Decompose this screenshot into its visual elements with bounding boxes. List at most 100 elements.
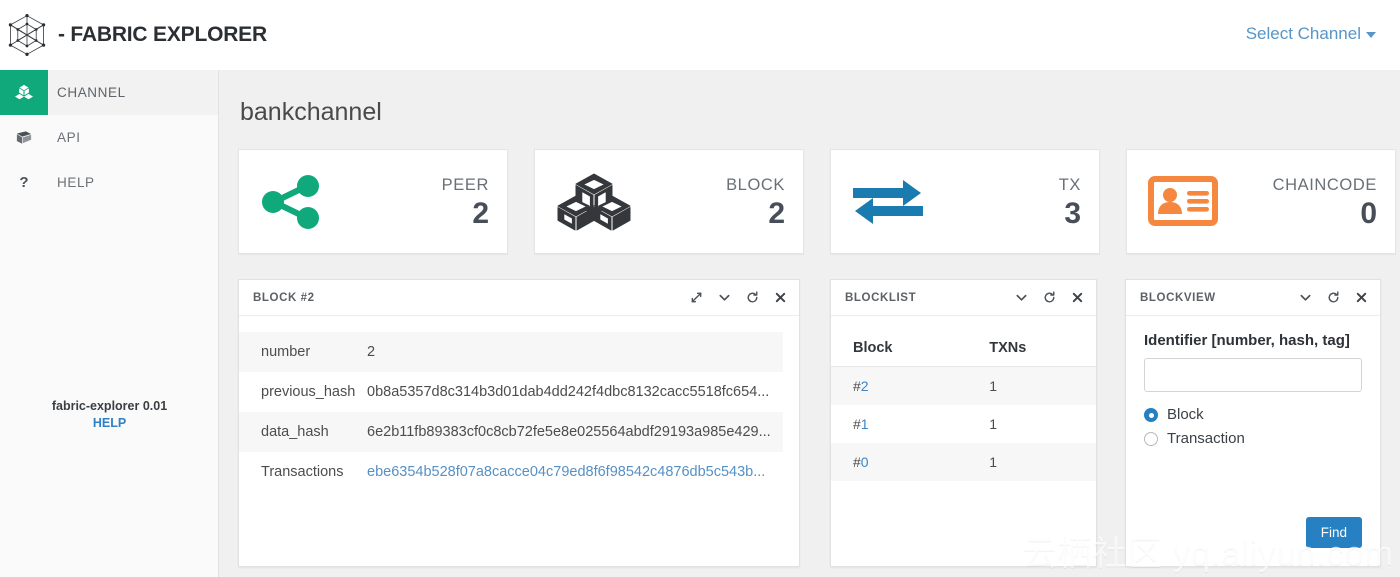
row-value: 2 [367,344,376,360]
hexagon-network-icon [0,8,54,62]
stat-card-block[interactable]: BLOCK 2 [534,149,804,254]
table-row: number 2 [239,332,783,372]
sidebar-item-channel[interactable]: CHANNEL [0,70,218,115]
block-detail-body: number 2 previous_hash 0b8a5357d8c314b3d… [239,316,799,492]
book-icon [0,115,48,160]
exchange-arrows-icon [851,167,941,237]
cubes-icon [0,70,48,115]
sidebar: CHANNEL API ? HELP fabric-explorer 0.01 … [0,70,219,577]
row-key: Transactions [261,464,344,480]
blockview-panel: BLOCKVIEW Identifier [number, hash, tag]… [1125,279,1381,567]
block-number: 0 [860,454,869,470]
identifier-label: Identifier [number, hash, tag] [1144,332,1350,349]
sidebar-item-help[interactable]: ? HELP [0,160,218,205]
cubes-3d-icon [555,167,645,237]
blocklist-panel: BLOCKLIST Block TXNs #2 1 #1 1 #0 1 [830,279,1097,567]
footer-help-link[interactable]: HELP [0,415,219,432]
top-header-bar: - FABRIC EXPLORER Select Channel [0,0,1400,70]
txn-count: 1 [973,443,1096,481]
stat-text: TX 3 [1059,173,1081,231]
id-card-icon [1147,167,1237,237]
refresh-icon[interactable] [745,291,759,305]
stat-value: 2 [472,196,489,230]
select-channel-label: Select Channel [1245,24,1361,43]
table-row[interactable]: #0 1 [831,443,1096,481]
radio-transaction-label: Transaction [1167,430,1245,447]
chevron-down-icon [1366,31,1376,38]
radio-block-indicator[interactable] [1144,407,1158,422]
block-link[interactable]: #1 [831,405,973,443]
panel-header: BLOCK #2 [239,280,799,316]
select-channel-dropdown[interactable]: Select Channel [1246,24,1376,44]
row-key: data_hash [261,424,329,440]
stat-card-row: PEER 2 BLOCK 2 TX 3 CHAINCODE 0 [238,149,1400,254]
block-number: 2 [860,378,869,394]
chevron-down-icon[interactable] [1298,291,1312,305]
page-title: bankchannel [240,98,382,126]
chevron-down-icon[interactable] [717,291,731,305]
identifier-input[interactable] [1144,358,1362,392]
find-button[interactable]: Find [1305,517,1362,548]
blocklist-body: Block TXNs #2 1 #1 1 #0 1 [831,316,1096,481]
table-row: data_hash 6e2b11fb89383cf0c8cb72fe5e8e02… [239,412,783,452]
txn-count: 1 [989,416,998,432]
stat-caption: CHAINCODE [1272,175,1377,194]
blocklist-table: Block TXNs #2 1 #1 1 #0 1 [831,326,1096,481]
brand-title: - FABRIC EXPLORER [58,23,267,46]
close-icon[interactable] [773,291,787,305]
chevron-down-icon[interactable] [1014,291,1028,305]
stat-card-peer[interactable]: PEER 2 [238,149,508,254]
stat-text: BLOCK 2 [726,173,785,231]
refresh-icon[interactable] [1042,291,1056,305]
column-header-block: Block [831,326,974,367]
row-value: 6e2b11fb89383cf0c8cb72fe5e8e025564abdf29… [367,424,771,440]
fabric-explorer-app: - FABRIC EXPLORER Select Channel CHANNEL [0,0,1400,577]
radio-block-label: Block [1167,406,1204,423]
sidebar-item-api[interactable]: API [0,115,218,160]
stat-value: 0 [1360,196,1377,230]
txn-count: 1 [973,366,1096,405]
stat-value: 3 [1064,196,1081,230]
block-link[interactable]: #0 [831,443,974,481]
block-detail-panel: BLOCK #2 number 2 previous_hash 0b8a5357… [238,279,800,567]
close-icon[interactable] [1354,291,1368,305]
stat-caption: TX [1058,175,1081,194]
stat-text: PEER 2 [442,173,489,231]
blockview-form: Identifier [number, hash, tag] Block Tra… [1126,316,1380,548]
expand-icon[interactable] [689,291,703,305]
version-label: fabric-explorer 0.01 [51,399,168,413]
column-header-txns: TXNs [973,326,1096,367]
stat-value: 2 [768,196,785,230]
blocklist-panel-title: BLOCKLIST [845,291,917,304]
stat-card-chaincode[interactable]: CHAINCODE 0 [1126,149,1396,254]
row-key: number [261,344,311,360]
stat-text: CHAINCODE 0 [1273,173,1377,231]
sidebar-item-label: CHANNEL [57,85,126,100]
share-nodes-icon [259,167,349,237]
radio-option-block[interactable]: Block [1144,406,1362,423]
stat-caption: PEER [441,175,489,194]
table-row[interactable]: #2 1 [831,366,1096,405]
panel-tools [689,291,787,305]
row-key: previous_hash [261,384,356,400]
block-link[interactable]: #2 [831,366,974,405]
blockview-panel-title: BLOCKVIEW [1140,291,1216,304]
table-row: previous_hash 0b8a5357d8c314b3d01dab4dd2… [239,372,783,412]
stat-caption: BLOCK [726,175,785,194]
table-row[interactable]: #1 1 [831,405,1096,443]
sidebar-item-label: API [57,130,81,145]
close-icon[interactable] [1070,291,1084,305]
radio-transaction-indicator[interactable] [1144,431,1158,446]
panel-header: BLOCKLIST [831,280,1096,316]
block-panel-title: BLOCK #2 [253,291,315,304]
refresh-icon[interactable] [1326,291,1340,305]
block-detail-table: number 2 previous_hash 0b8a5357d8c314b3d… [239,332,783,492]
panel-tools [1298,291,1368,305]
row-value: 0b8a5357d8c314b3d01dab4dd242f4dbc8132cac… [367,384,770,400]
stat-card-tx[interactable]: TX 3 [830,149,1100,254]
sidebar-item-label: HELP [57,175,95,190]
radio-option-transaction[interactable]: Transaction [1144,430,1362,447]
table-row: Transactions ebe6354b528f07a8cacce04c79e… [239,452,783,492]
panel-header: BLOCKVIEW [1126,280,1380,316]
transaction-hash-link[interactable]: ebe6354b528f07a8cacce04c79ed8f6f98542c48… [367,452,783,492]
